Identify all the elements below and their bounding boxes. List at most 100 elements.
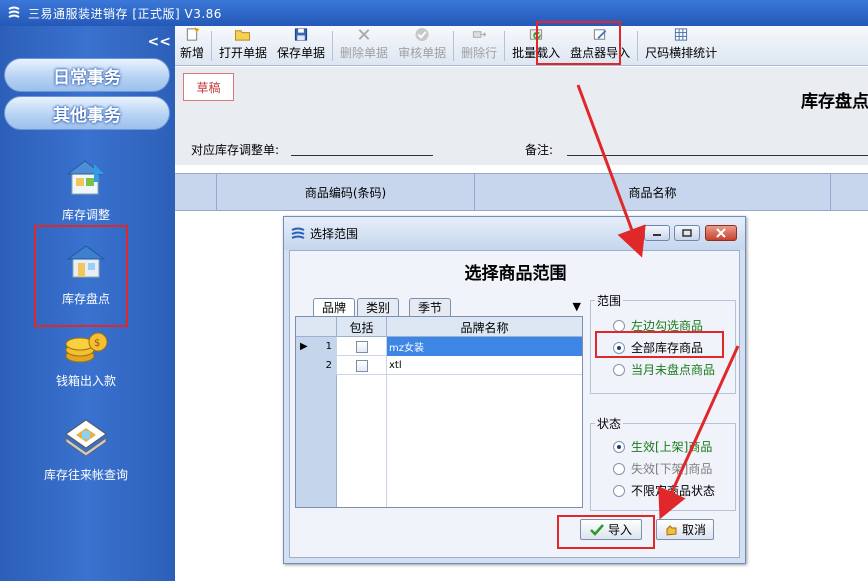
radio-label: 生效[上架]商品 [631,440,713,454]
scope-group-title: 范围 [595,292,624,309]
app-logo-icon [8,6,20,18]
svg-text:$: $ [94,338,100,349]
new-icon [186,27,200,41]
status-group-title: 状态 [595,415,624,432]
module-label-stock-ledger: 库存往来帐查询 [43,468,128,482]
stock-adjust-icon [66,160,104,195]
new-label: 新增 [180,46,205,60]
dialog-window-title: 选择范围 [310,227,359,241]
open-document-label: 打开单据 [219,46,268,60]
highlight-stock-count [34,225,128,327]
table-row[interactable]: ▶ 1 mz女装 [296,337,582,356]
delete-row-button[interactable]: 删除行 [456,27,502,65]
status-group: 状态 生效[上架]商品 失效[下架]商品 不限定商品状态 [590,415,736,511]
brand-name-cell: xtl [389,360,402,371]
row-number-cell: 2 [296,356,337,375]
maximize-icon [682,229,692,237]
dialog-heading: 选择商品范围 [464,264,567,284]
ledger-query-icon [65,419,107,457]
size-stats-button[interactable]: 尺码横排统计 [640,27,722,65]
column-include[interactable]: 包括 [337,317,387,337]
radio-icon [613,319,625,332]
module-stock-adjust[interactable]: 库存调整 [36,156,136,223]
folder-open-icon [235,30,251,41]
radio-label: 当月未盘点商品 [631,363,716,377]
delete-document-label: 删除单据 [340,46,389,60]
module-label-cashbox: 钱箱出入款 [55,374,116,388]
toolbar-separator [453,31,455,61]
tab-season[interactable]: 季节 [409,298,452,316]
status-option-active[interactable]: 生效[上架]商品 [613,438,712,455]
module-stock-ledger[interactable]: 库存往来帐查询 [36,416,136,483]
radio-label: 不限定商品状态 [631,484,716,498]
cancel-hand-icon [666,524,677,536]
tab-brand[interactable]: 品牌 [313,298,356,316]
audit-document-button[interactable]: 审核单据 [393,27,451,65]
toolbar-separator [637,31,639,61]
highlight-all-stock-option [595,331,724,358]
toolbar: 新增 打开单据 保存单据 删除单据 审核单据 删除行 批量载入 盘点器导入 尺码… [175,26,868,66]
radio-icon [613,462,625,475]
item-grid-header: 商品编码(条码) 商品名称 [175,173,868,211]
grid-row-header [175,174,217,211]
adjust-order-label: 对应库存调整单: [191,143,280,157]
app-title: 三易通服装进销存 [正式版] V3.86 [28,6,222,21]
brand-list-header: 包括 品牌名称 [296,317,582,337]
check-icon [415,27,429,42]
delete-document-button[interactable]: 删除单据 [335,27,393,65]
save-document-button[interactable]: 保存单据 [272,27,330,65]
brand-list: 包括 品牌名称 ▶ 1 mz女装 2 xtl [295,316,583,508]
dialog-logo-icon [291,227,305,239]
scope-option-uncounted-this-month[interactable]: 当月未盘点商品 [613,361,715,378]
radio-selected-icon [613,440,625,453]
collapse-sidebar-button[interactable]: << [148,34,171,50]
radio-icon [613,484,625,497]
radio-label: 失效[下架]商品 [631,462,713,476]
remark-field[interactable] [567,155,868,156]
document-title: 库存盘点 [801,92,868,112]
include-cell [337,356,387,375]
tabs-dropdown-icon[interactable]: ▼ [573,300,581,313]
close-button[interactable] [705,225,737,241]
cancel-label: 取消 [681,523,706,537]
open-document-button[interactable]: 打开单据 [214,27,272,65]
maximize-button[interactable] [674,225,700,241]
range-tabs: 品牌 类别 季节 ▼ [295,298,583,316]
module-label-stock-adjust: 库存调整 [61,208,110,222]
nav-other-affairs[interactable]: 其他事务 [4,96,170,130]
current-row-icon: ▶ [300,341,308,352]
size-stats-icon [675,28,688,41]
toolbar-separator [332,31,334,61]
highlight-import-button [557,515,655,549]
column-brand-name[interactable]: 品牌名称 [387,317,582,337]
minimize-button[interactable] [644,225,670,241]
title-bar: 三易通服装进销存 [正式版] V3.86 [0,0,868,26]
column-product-name[interactable]: 商品名称 [475,174,831,211]
audit-document-label: 审核单据 [398,46,447,60]
nav-daily-affairs[interactable]: 日常事务 [4,58,170,92]
new-button[interactable]: 新增 [175,27,209,65]
row-number: 1 [325,341,332,352]
tab-category[interactable]: 类别 [357,298,400,316]
adjust-order-field[interactable] [291,155,433,156]
status-option-inactive[interactable]: 失效[下架]商品 [613,460,712,477]
cancel-button[interactable]: 取消 [656,519,714,540]
column-product-code[interactable]: 商品编码(条码) [217,174,475,211]
radio-icon [613,363,625,376]
module-cashbox[interactable]: $ 钱箱出入款 [36,326,136,389]
draft-status-badge: 草稿 [183,73,234,101]
select-range-dialog: 选择范围 选择商品范围 品牌 类别 季节 ▼ 包括 品牌名称 ▶ 1 mz女装 … [283,216,746,564]
include-cell [337,337,387,356]
highlight-batch-load [536,21,621,65]
size-stats-label: 尺码横排统计 [645,46,718,60]
status-option-unrestricted[interactable]: 不限定商品状态 [613,482,715,499]
brand-name-cell: mz女装 [387,337,582,356]
include-checkbox[interactable] [355,340,368,353]
minimize-icon [653,234,661,236]
delete-row-icon [472,31,487,38]
table-row[interactable]: 2 xtl [296,356,582,375]
save-icon [294,28,308,41]
include-checkbox[interactable] [355,359,368,372]
document-header: 草稿 库存盘点 对应库存调整单: 备注: [175,67,868,165]
toolbar-separator [504,31,506,61]
